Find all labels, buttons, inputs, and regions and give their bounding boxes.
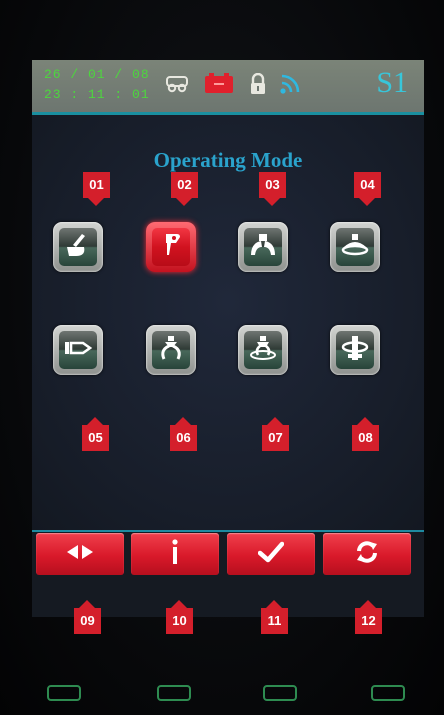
mode-tile-05-shear[interactable] [53,325,103,375]
rotating-grab-icon [248,334,278,367]
page-title: Operating Mode [153,148,303,172]
softkey-3[interactable] [263,685,297,701]
lock-icon [249,73,267,95]
navigate-button[interactable] [36,533,124,575]
shear-icon [63,334,93,367]
mode-tile-04-compactor[interactable] [330,222,380,272]
callout-08: 08 [352,417,379,451]
checkmark-icon [257,541,285,568]
mode-tile-07-rotating-grab[interactable] [238,325,288,375]
status-time: 23 : 11 : 01 [44,87,150,102]
device-frame: 26 / 01 / 08 23 : 11 : 01 S1 Operating M… [0,0,444,715]
signal-icon [279,73,301,95]
tiltrotator-icon [340,334,370,367]
compactor-icon [340,231,370,264]
status-bar: 26 / 01 / 08 23 : 11 : 01 S1 [32,60,424,115]
refresh-icon [354,539,380,570]
info-icon [169,538,181,570]
grapple-icon [156,334,186,367]
bucket-icon [64,231,92,264]
mode-indicator: S1 [376,66,408,99]
info-button[interactable] [131,533,219,575]
refresh-button[interactable] [323,533,411,575]
battery-icon [204,73,234,95]
callout-06: 06 [170,417,197,451]
engine-icon [164,73,190,95]
callout-03: 03 [259,172,286,206]
callout-02: 02 [171,172,198,206]
mode-tile-08-tiltrotator[interactable] [330,325,380,375]
mode-tile-02-hammer[interactable] [146,222,196,272]
softkey-1[interactable] [47,685,81,701]
mode-tile-06-grapple[interactable] [146,325,196,375]
callout-05: 05 [82,417,109,451]
clamshell-grab-icon [248,231,278,264]
callout-07: 07 [262,417,289,451]
callout-10: 10 [166,600,193,634]
mode-tile-03-clamshell[interactable] [238,222,288,272]
softkey-4[interactable] [371,685,405,701]
display-screen: 26 / 01 / 08 23 : 11 : 01 S1 Operating M… [32,60,424,617]
left-right-arrows-icon [65,544,95,565]
callout-12: 12 [355,600,382,634]
callout-04: 04 [354,172,381,206]
callout-11: 11 [261,600,288,634]
hammer-icon [157,231,185,264]
status-date: 26 / 01 / 08 [44,67,150,82]
confirm-button[interactable] [227,533,315,575]
callout-01: 01 [83,172,110,206]
callout-09: 09 [74,600,101,634]
mode-tile-01-bucket[interactable] [53,222,103,272]
softkey-2[interactable] [157,685,191,701]
